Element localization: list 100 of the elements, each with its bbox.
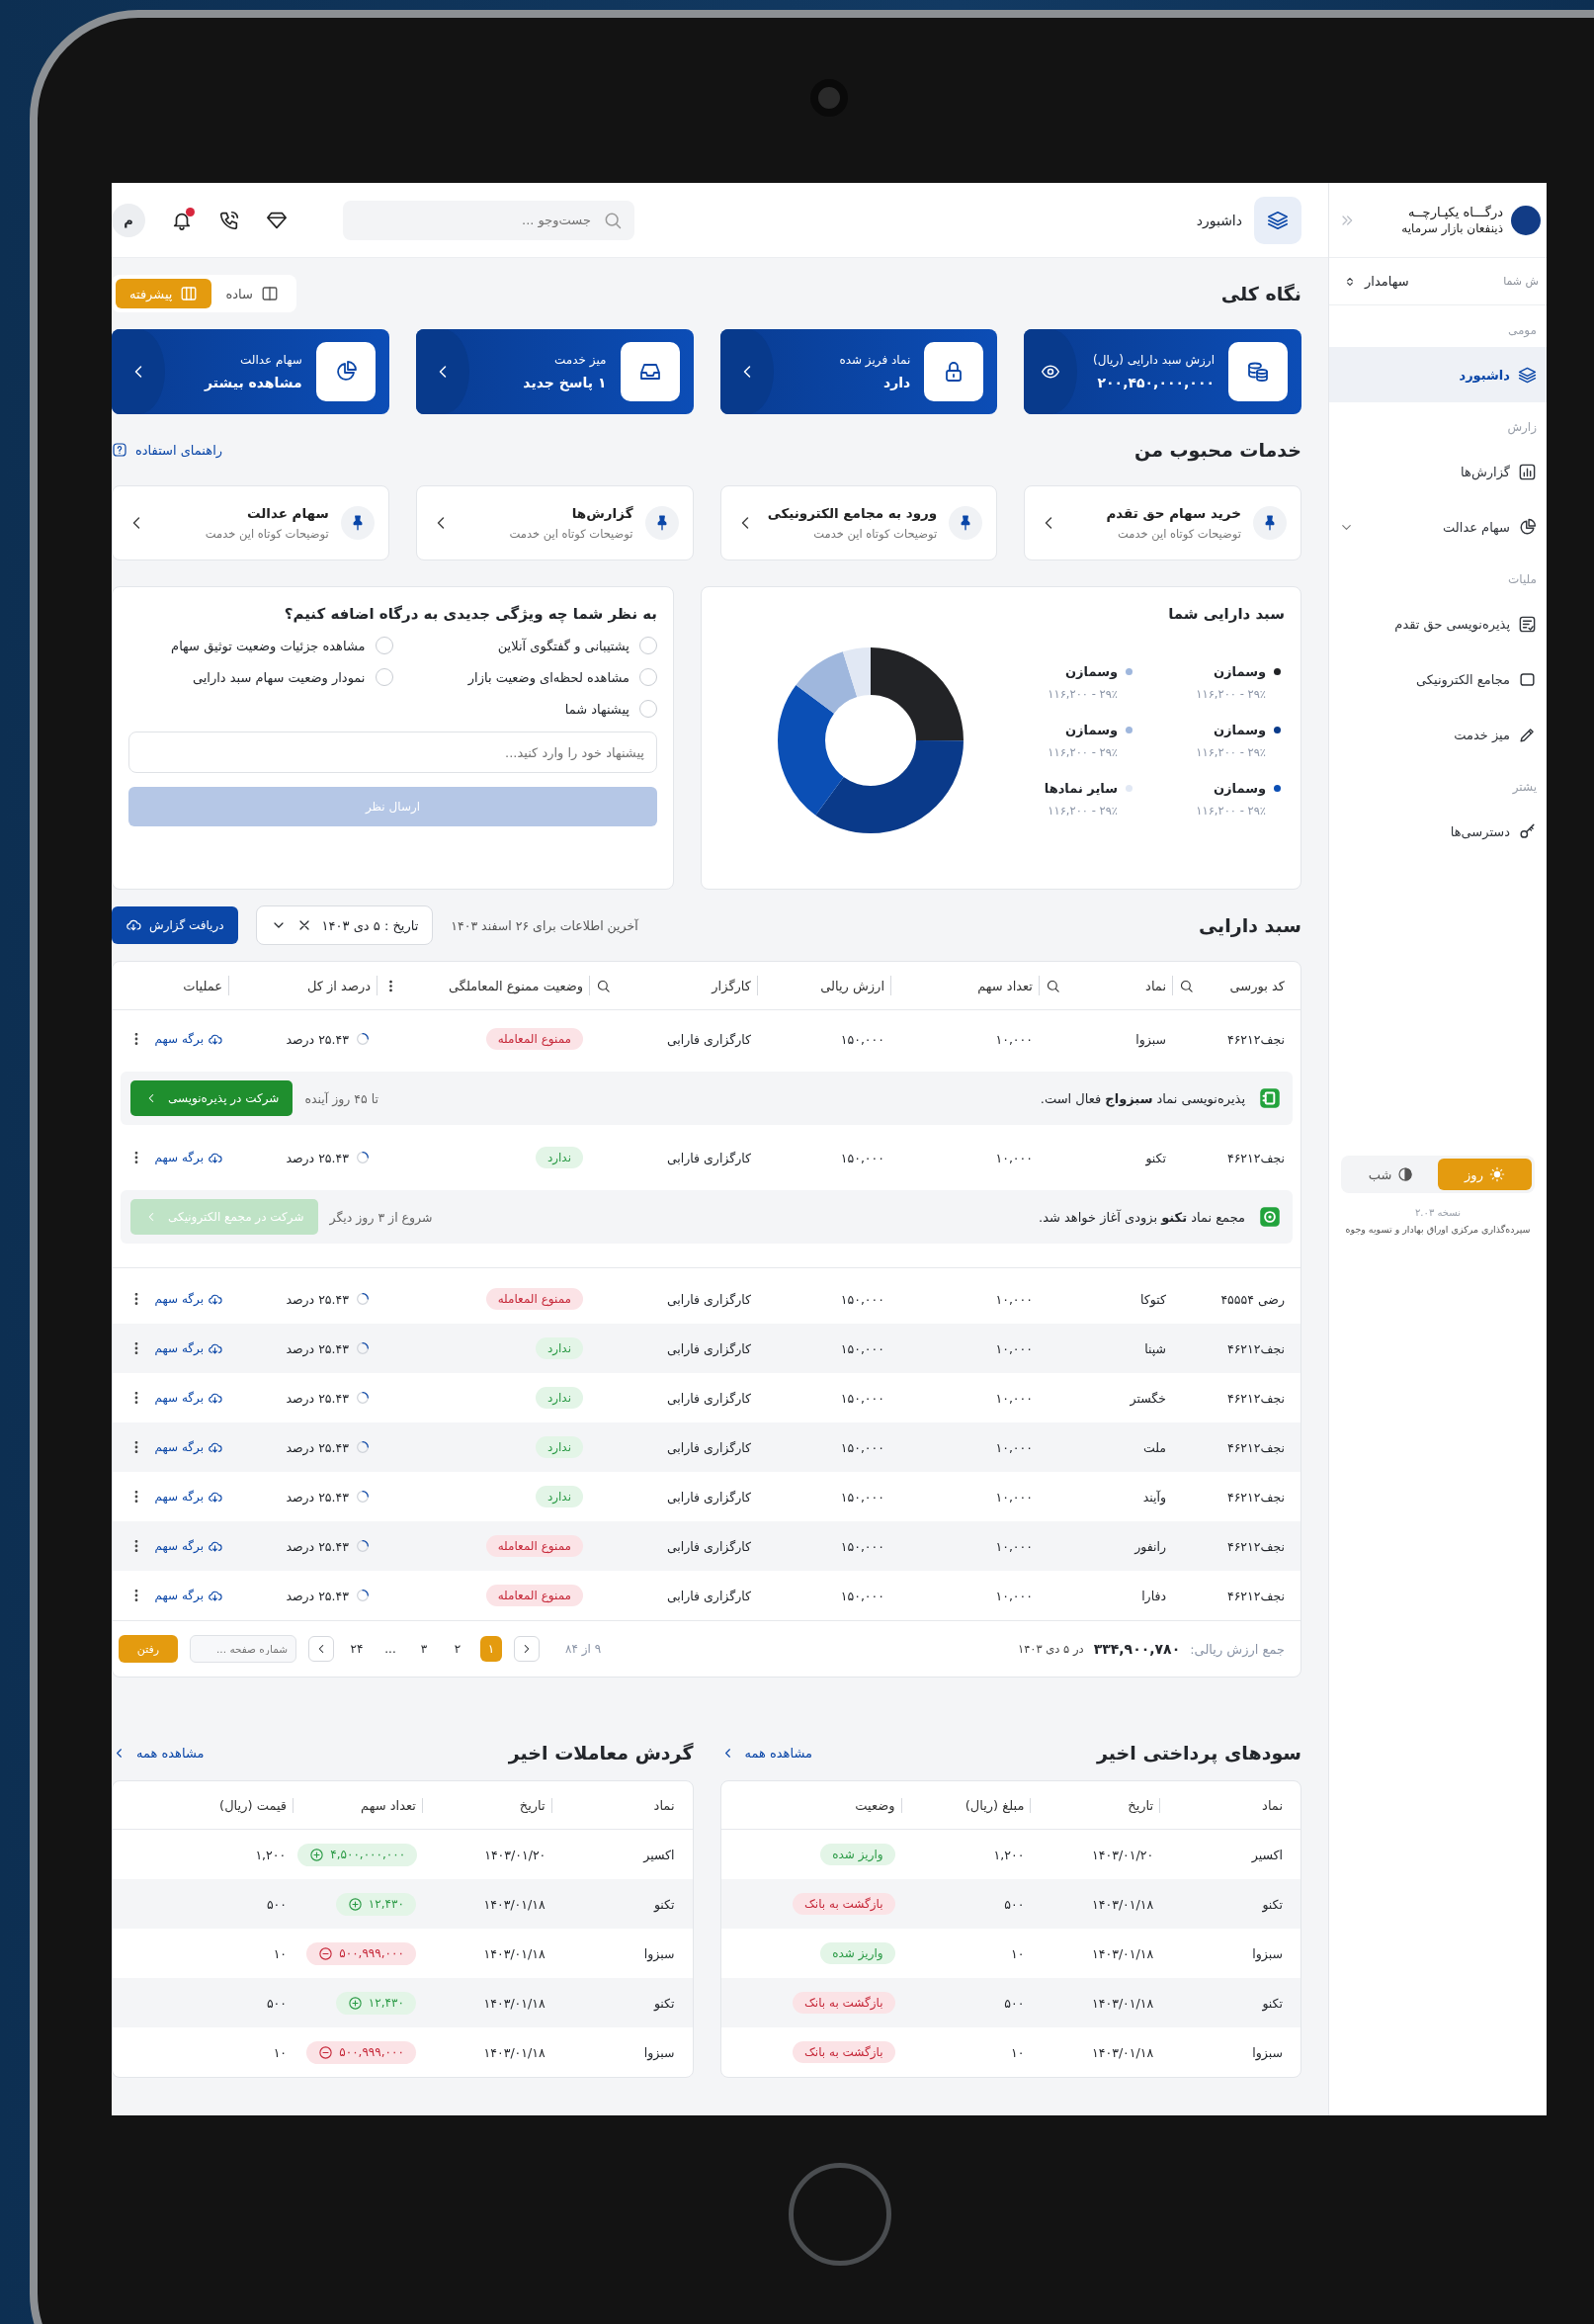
total-date: در ۵ دی ۱۴۰۳ [1017,1642,1084,1656]
service-title: ورود به مجامع الکترونیکی [766,505,938,521]
date-filter[interactable]: تاریخ : ۵ دی ۱۴۰۳ [255,905,434,945]
page-button[interactable]: ۲۴ [346,1636,368,1662]
page-button[interactable]: ۳ [413,1636,435,1662]
logo-text: ذینفعان بازار سرمایه [1400,221,1503,235]
layers-icon [1267,209,1289,231]
theme-option[interactable]: شب [1344,1159,1438,1190]
view-all-link[interactable]: مشاهده همه [112,1745,205,1761]
search-icon [1046,978,1060,993]
page-number-field[interactable]: شماره صفحه ... [190,1635,296,1663]
suggestion-field[interactable]: پیشنهاد خود را وارد کنید... [128,732,657,773]
stock-sheet-link[interactable]: برگه سهم [154,1489,222,1505]
legend-value: ۲۹٪ - ۱۱۶,۲۰۰ [1047,803,1118,818]
nav-group-title: ملیات [1507,571,1538,588]
legend-name: وسمازن [1213,780,1266,796]
legend-value: ۲۹٪ - ۱۱۶,۲۰۰ [1047,686,1118,701]
table-cell-text: ۱۵۰,۰۰۰ [839,1538,885,1554]
table-cell-text: ۱۴۰۳/۰۱/۲۰ [1091,1847,1155,1862]
notice-note: تا ۴۵ روز آینده [304,1090,378,1106]
view-option[interactable]: ساده [211,279,293,308]
table-cell-text: تکنو [1261,1896,1284,1912]
table-cell-text: اکسیر [1250,1847,1284,1862]
stock-sheet-link[interactable]: برگه سهم [154,1340,222,1356]
view-all-link[interactable]: مشاهده همه [719,1745,812,1761]
role-select[interactable]: سهامدار [1343,274,1409,289]
table-cell-text: ۱۵۰,۰۰۰ [839,1291,885,1307]
table-cell-text: نجف۴۶۲۱۲ [1225,1390,1286,1406]
table-cell-text: خگستر [1129,1390,1167,1406]
card-label: نماد فریز شده [838,353,911,367]
table-cell-text: ۱۰,۰۰۰ [994,1439,1034,1455]
status-badge: بازگشت به بانک [793,1893,895,1915]
service-title: خرید سهام حق تقدم [1105,505,1241,521]
search-icon [1179,978,1194,993]
phone-button[interactable] [218,209,240,231]
table-cell-text: ۱,۲۰۰ [992,1847,1026,1862]
overview-card[interactable]: سهام عدالت مشاهده بیشتر [112,329,389,414]
table-cell-text: ۱۵۰,۰۰۰ [839,1340,885,1356]
table-cell-text: ۱۰,۰۰۰ [994,1291,1034,1307]
card-value: دارد [882,375,911,390]
notice-button[interactable]: شرکت در پذیره‌نویسی [130,1080,294,1116]
nav-item[interactable]: سهام عدالت [1329,499,1547,555]
table-cell-text: ۱۴۰۳/۰۱/۲۰ [483,1847,547,1862]
report-button[interactable]: دریافت گزارش [112,906,238,944]
nav-item[interactable]: پذیره‌نویسی حق تقدم [1329,596,1547,651]
nav-item[interactable]: داشبورد [1329,347,1547,402]
table-cell-text: نجف۴۶۲۱۲ [1225,1340,1286,1356]
status-badge: ممنوع المعامله [485,1028,583,1050]
help-link[interactable]: راهنمای استفاده [112,442,223,458]
table-cell-text: ۱۰ [1009,2044,1026,2060]
stock-sheet-link[interactable]: برگه سهم [154,1031,222,1047]
favorite-service-card[interactable]: ورود به مجامع الکترونیکی توضیحات کوتاه این خدمت [719,485,998,560]
column-header: تاریخ [421,1797,551,1813]
nav-item[interactable]: مجامع الکترونیکی [1329,651,1547,707]
table-cell-text: نجف۴۶۲۱۲ [1225,1031,1286,1047]
stock-sheet-link[interactable]: برگه سهم [154,1150,222,1165]
survey-question: به نظر شما چه ویژگی جدیدی به درگاه اضافه کنیم؟ [283,605,657,623]
favorite-service-card[interactable]: گزارش‌ها توضیحات کوتاه این خدمت [415,485,694,560]
nav-item[interactable]: میز خدمت [1329,707,1547,762]
table-cell-text: ۱۰,۰۰۰ [994,1538,1034,1554]
percent-text: ۲۵.۴۳ درصد [286,1340,349,1356]
update-info: آخرین اطلاعات برای ۲۶ اسفند ۱۴۰۳ [451,917,638,933]
page-button[interactable]: ۲ [447,1636,468,1662]
version-text: نسخه ۲.۰۳ [1414,1207,1462,1218]
stock-sheet-link[interactable]: برگه سهم [154,1538,222,1554]
service-title: سهام عدالت [245,505,329,521]
stock-sheet-link[interactable]: برگه سهم [154,1390,222,1406]
radio-option[interactable]: مشاهده جزئیات وضعیت توثیق سهام [128,637,393,654]
table-cell-text: ۱۰ [272,2044,289,2060]
overview-card[interactable]: ارزش سبد دارایی (ریال) ۲۰۰,۴۵۰,۰۰۰,۰۰۰ [1024,329,1301,414]
stock-sheet-link[interactable]: برگه سهم [154,1588,222,1603]
radio-option[interactable]: پیشنهاد شما [392,700,657,718]
nav-icon [1518,821,1537,841]
stock-sheet-link[interactable]: برگه سهم [154,1291,222,1307]
favorite-service-card[interactable]: سهام عدالت توضیحات کوتاه این خدمت [112,485,389,560]
table-cell-text: نجف۴۶۲۱۲ [1225,1538,1286,1554]
progress-ring-icon [355,1340,371,1356]
page-button[interactable]: ... [379,1636,401,1662]
download-icon [126,917,141,933]
search-field[interactable]: جست‌وجو ... [343,200,634,240]
status-badge: ندارد [535,1436,583,1458]
notifications-button[interactable] [171,209,193,231]
overview-card[interactable]: میز خدمت ۱ پاسخ جدید [415,329,694,414]
logo-icon [1511,205,1541,235]
radio-option[interactable]: مشاهده لحظه‌ای وضعیت بازار [392,668,657,686]
radio-option[interactable]: پشتیبانی و گفتگوی آنلاین [392,637,657,654]
logo-text: درگـــاه یکپـارچــه [1407,205,1503,219]
favorite-service-card[interactable]: خرید سهام حق تقدم توضیحات کوتاه این خدمت [1024,485,1301,560]
card-label: میز خدمت [553,353,607,367]
table-cell-text: ۱۴۰۳/۰۱/۱۸ [1091,1896,1155,1912]
legend-name: وسمازن [1213,663,1266,679]
stock-sheet-link[interactable]: برگه سهم [154,1439,222,1455]
nav-item[interactable]: دسترسی‌ها [1329,804,1547,859]
overview-card[interactable]: نماد فریز شده دارد [719,329,998,414]
avatar[interactable]: م [112,203,145,237]
table-cell-text: ۱۰,۰۰۰ [994,1340,1034,1356]
table-cell-text: ۱۰ [272,1945,289,1961]
radio-option[interactable]: نمودار وضعیت سهام سبد دارایی [128,668,393,686]
nav-item[interactable]: گزارش‌ها [1329,444,1547,499]
percent-text: ۲۵.۴۳ درصد [286,1538,349,1554]
